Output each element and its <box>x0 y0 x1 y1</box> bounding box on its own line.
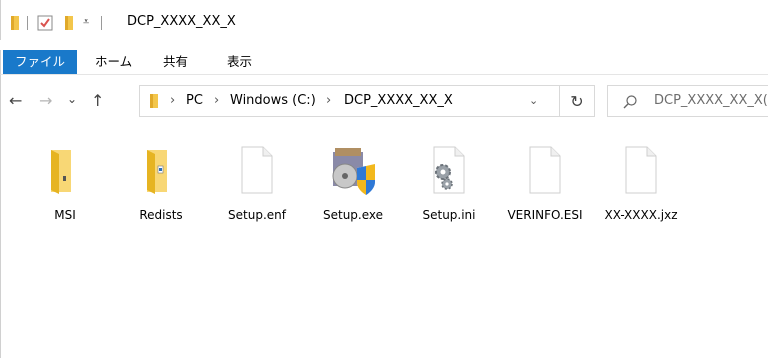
file-name: Setup.enf <box>228 208 286 222</box>
search-box[interactable]: DCP_XXXX_XX_X( <box>607 85 768 117</box>
ribbon-tabs: ファイル ホーム 共有 表示 <box>0 50 768 74</box>
breadcrumb-separator: › <box>170 93 176 108</box>
list-item-verinfo-esi[interactable]: VERINFO.ESI <box>497 138 593 223</box>
search-icon <box>622 94 638 114</box>
breadcrumb-separator: › <box>214 93 220 108</box>
new-folder-icon[interactable] <box>63 15 75 31</box>
tab-home[interactable]: ホーム <box>95 50 132 74</box>
list-item-msi[interactable]: MSI <box>17 138 113 223</box>
properties-checkbox-icon[interactable] <box>37 15 53 31</box>
file-name: Setup.ini <box>422 208 476 222</box>
folder-small-icon <box>9 15 21 31</box>
file-icon <box>529 146 561 194</box>
list-item-xx-xxxx-jxz[interactable]: XX-XXXX.jxz <box>593 138 689 223</box>
breadcrumb-drive[interactable]: Windows (C:) <box>230 93 316 108</box>
breadcrumb-current-folder[interactable]: DCP_XXXX_XX_X <box>344 93 453 108</box>
list-item-setup-enf[interactable]: Setup.enf <box>209 138 305 223</box>
up-button[interactable]: ↑ <box>91 91 104 110</box>
back-button[interactable]: ← <box>9 91 22 110</box>
refresh-button[interactable]: ↻ <box>559 85 595 117</box>
list-item-redists[interactable]: Redists <box>113 138 209 223</box>
file-name: MSI <box>54 208 76 222</box>
search-input[interactable]: DCP_XXXX_XX_X( <box>654 93 768 108</box>
file-name: Setup.exe <box>322 208 384 222</box>
address-dropdown-icon[interactable]: ⌄ <box>529 94 538 107</box>
address-bar[interactable]: › PC › Windows (C:) › DCP_XXXX_XX_X <box>139 85 595 117</box>
breadcrumb-pc[interactable]: PC <box>186 93 203 108</box>
file-list: MSI Redists Setup.enf Setup.exe Setup.in… <box>0 130 768 358</box>
navigation-bar: ← → ⌄ ↑ › PC › Windows (C:) › DCP_XXXX_X… <box>0 74 768 130</box>
breadcrumb-separator: › <box>326 93 332 108</box>
file-icon <box>625 146 657 194</box>
list-item-setup-exe[interactable]: Setup.exe <box>305 138 401 223</box>
file-name: VERINFO.ESI <box>507 208 583 222</box>
file-icon <box>241 146 273 194</box>
title-bar: ⩡ DCP_XXXX_XX_X <box>0 0 768 40</box>
window-title: DCP_XXXX_XX_X <box>127 14 236 29</box>
list-item-setup-ini[interactable]: Setup.ini <box>401 138 497 223</box>
tab-view[interactable]: 表示 <box>227 50 252 74</box>
forward-button[interactable]: → <box>39 91 52 110</box>
folder-address-icon <box>148 93 160 113</box>
file-name: XX-XXXX.jxz <box>604 208 678 222</box>
folder-icon <box>51 150 71 194</box>
file-name: Redists <box>139 208 183 222</box>
customize-toolbar-icon[interactable]: ⩡ <box>83 15 89 29</box>
recent-locations-button[interactable]: ⌄ <box>67 92 77 106</box>
folder-icon <box>147 150 167 194</box>
settings-file-icon <box>433 146 465 194</box>
installer-icon <box>332 148 375 195</box>
tab-share[interactable]: 共有 <box>163 50 188 74</box>
tab-file[interactable]: ファイル <box>3 50 77 74</box>
